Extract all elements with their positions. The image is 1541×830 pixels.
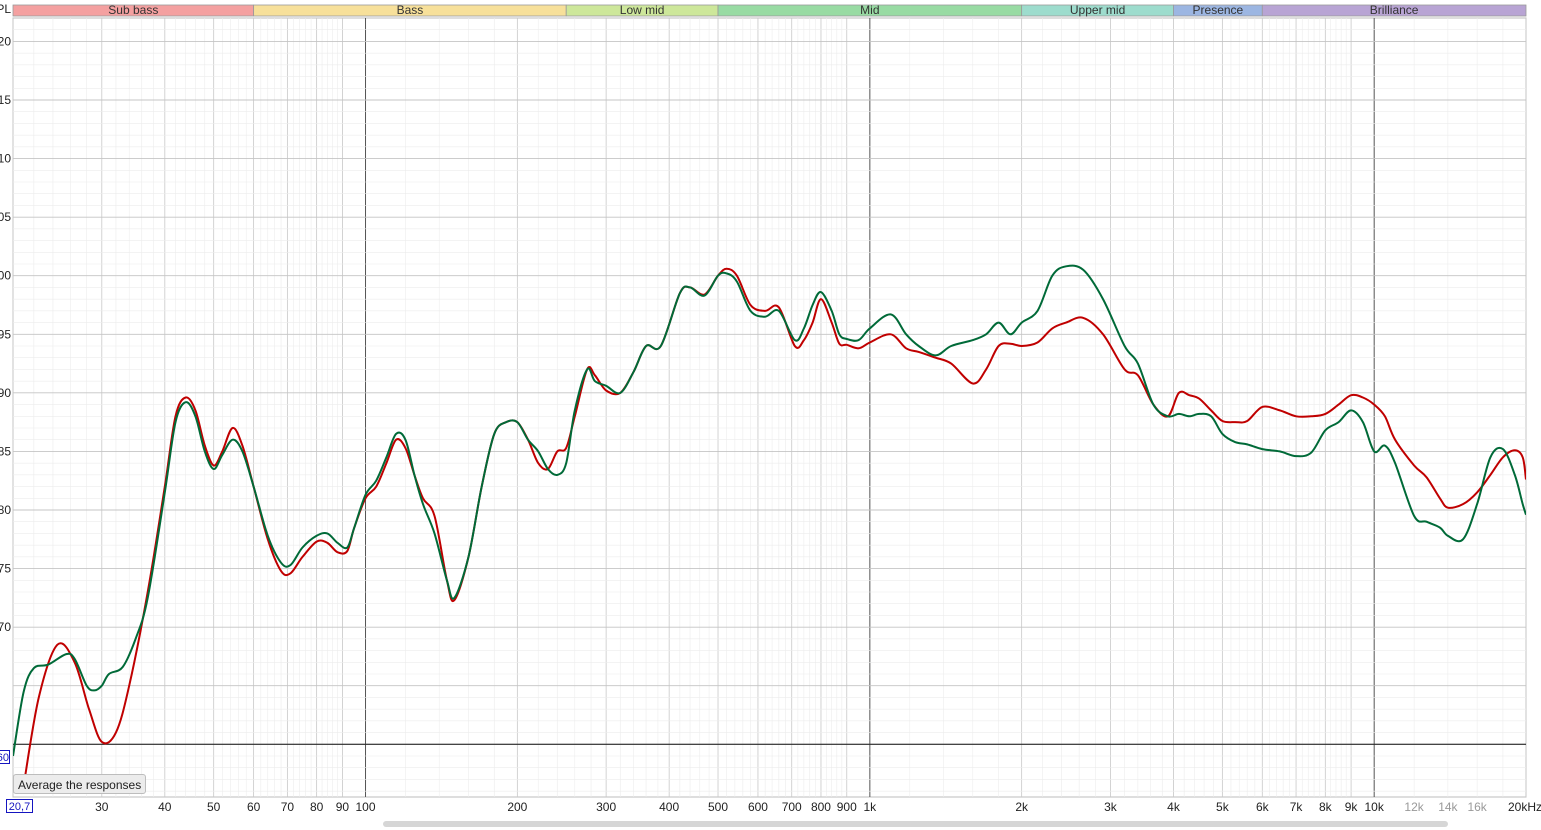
band-label-4: Upper mid bbox=[1070, 3, 1125, 17]
x-tick-label: 20kHz bbox=[1508, 800, 1541, 814]
x-tick-label: 10k bbox=[1365, 800, 1385, 814]
y-tick-label: 75 bbox=[0, 562, 11, 576]
y-tick-label: 100 bbox=[0, 269, 11, 283]
average-responses-button[interactable]: Average the responses bbox=[13, 774, 147, 794]
y-tick-label: 70 bbox=[0, 620, 11, 634]
x-tick-label: 2k bbox=[1015, 800, 1029, 814]
x-tick-label: 50 bbox=[207, 800, 221, 814]
y-axis-unit-label: SPL bbox=[0, 2, 11, 16]
x-tick-label: 300 bbox=[596, 800, 616, 814]
x-tick-label: 14k bbox=[1438, 800, 1458, 814]
band-label-1: Bass bbox=[397, 3, 424, 17]
band-label-2: Low mid bbox=[620, 3, 665, 17]
x-tick-label: 200 bbox=[507, 800, 527, 814]
band-label-5: Presence bbox=[1193, 3, 1244, 17]
band-label-6: Brilliance bbox=[1370, 3, 1419, 17]
x-tick-label: 500 bbox=[708, 800, 728, 814]
x-tick-label: 7k bbox=[1290, 800, 1304, 814]
x-tick-label: 700 bbox=[782, 800, 802, 814]
y-tick-label: 110 bbox=[0, 152, 11, 166]
x-tick-label: 30 bbox=[95, 800, 109, 814]
x-tick-label: 5k bbox=[1216, 800, 1230, 814]
x-tick-label: 3k bbox=[1104, 800, 1118, 814]
chart-canvas[interactable]: Sub bass Bass Low mid Mid Upper mid Presence B… bbox=[0, 0, 1541, 825]
x-tick-label: 80 bbox=[310, 800, 324, 814]
y-tick-label: 95 bbox=[0, 327, 11, 341]
x-tick-label: 4k bbox=[1167, 800, 1181, 814]
y-tick-label: 90 bbox=[0, 386, 11, 400]
x-tick-label: 40 bbox=[158, 800, 172, 814]
cursor-frequency-readout[interactable]: 20,7 bbox=[6, 799, 33, 813]
x-tick-label: 60 bbox=[247, 800, 261, 814]
x-tick-label: 6k bbox=[1256, 800, 1270, 814]
x-tick-label: 9k bbox=[1345, 800, 1359, 814]
x-tick-label: 400 bbox=[659, 800, 679, 814]
x-axis-tick-labels: 30 40 50 60 70 80 90 100 200 300 400 500 600 700 800 90… bbox=[95, 800, 1541, 814]
frequency-band-bar: Sub bass Bass Low mid Mid Upper mid Presence B… bbox=[12, 3, 1527, 17]
horizontal-scrollbar[interactable] bbox=[383, 821, 1448, 827]
x-tick-label: 16k bbox=[1467, 800, 1487, 814]
y-tick-label: 105 bbox=[0, 210, 11, 224]
x-tick-label: 90 bbox=[336, 800, 350, 814]
x-tick-label: 900 bbox=[837, 800, 857, 814]
y-tick-label: 85 bbox=[0, 444, 11, 458]
cursor-level-readout[interactable]: 60 bbox=[0, 750, 10, 764]
y-tick-label: 80 bbox=[0, 503, 11, 517]
grid-lines bbox=[12, 17, 1527, 798]
band-label-0: Sub bass bbox=[108, 3, 158, 17]
x-tick-label: 70 bbox=[281, 800, 295, 814]
y-tick-label: 115 bbox=[0, 93, 11, 107]
x-tick-label: 1k bbox=[864, 800, 878, 814]
frequency-response-chart[interactable]: Sub bass Bass Low mid Mid Upper mid Presence B… bbox=[0, 0, 1541, 827]
x-tick-label: 800 bbox=[811, 800, 831, 814]
x-tick-label: 12k bbox=[1404, 800, 1424, 814]
x-tick-label: 600 bbox=[748, 800, 768, 814]
y-tick-label: 120 bbox=[0, 34, 11, 48]
band-label-3: Mid bbox=[860, 3, 879, 17]
y-axis-tick-labels: 120 115 110 105 100 95 90 85 80 75 70 bbox=[0, 34, 11, 634]
x-tick-label: 100 bbox=[355, 800, 375, 814]
x-tick-label: 8k bbox=[1319, 800, 1333, 814]
